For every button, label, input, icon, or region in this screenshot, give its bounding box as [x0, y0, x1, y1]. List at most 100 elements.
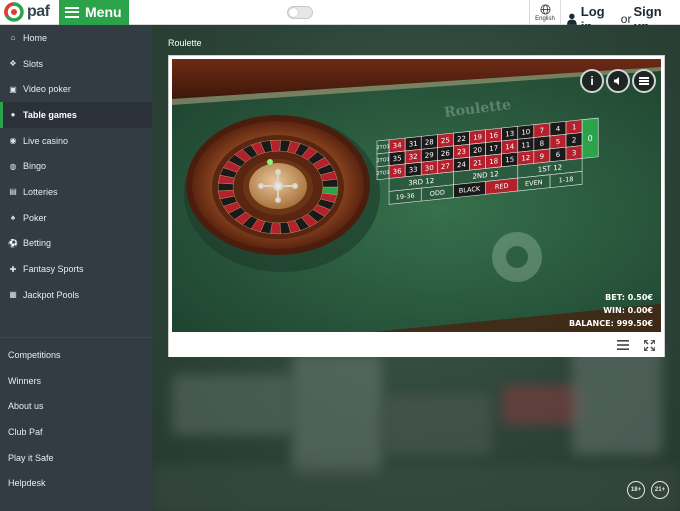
- wheel-pocket: [270, 139, 281, 152]
- age-18-icon[interactable]: 18+: [627, 481, 645, 499]
- sidebar-link-winners[interactable]: Winners: [0, 368, 152, 394]
- number-cell-label: 21: [473, 158, 482, 168]
- number-cell-label: 7: [540, 126, 544, 135]
- sidebar-secondary-nav: Competitions Winners About us Club Paf Play …: [0, 337, 152, 497]
- sidebar-link-label: Helpdesk: [8, 478, 46, 489]
- paf-logo-icon: [4, 2, 24, 22]
- sidebar-item-live-casino[interactable]: ◉ Live casino: [0, 128, 152, 154]
- sidebar-link-club-paf[interactable]: Club Paf: [0, 419, 152, 445]
- hamburger-icon: [65, 6, 79, 18]
- bet-display: BET: 0.50€: [605, 293, 653, 302]
- game-frame: 2TO1 34 31 28 25 22 19 16 13 10 7 4 1 2TO1 35 32 29 26 23 2…: [168, 55, 665, 357]
- number-cell-label: 5: [556, 137, 560, 146]
- sidebar-item-label: Live casino: [23, 135, 69, 146]
- sidebar-item-fantasy-sports[interactable]: ✚ Fantasy Sports: [0, 256, 152, 282]
- number-cell-label: 9: [540, 151, 544, 160]
- list-button[interactable]: [616, 338, 630, 352]
- sound-button[interactable]: [606, 69, 630, 93]
- number-cell-label: 33: [409, 165, 418, 175]
- number-cell-label: 14: [505, 142, 514, 152]
- number-cell-label: 36: [393, 166, 402, 176]
- sidebar-item-home[interactable]: ⌂ Home: [0, 25, 152, 51]
- outside-bet-label: 1-18: [559, 175, 574, 184]
- sidebar-item-label: Fantasy Sports: [23, 264, 84, 275]
- lotteries-icon: ▤: [9, 187, 17, 197]
- sidebar-item-label: Home: [23, 32, 48, 43]
- theme-toggle[interactable]: [287, 6, 313, 19]
- game-menu-button[interactable]: [632, 69, 656, 93]
- number-cell-label: 25: [441, 135, 450, 145]
- number-cell-label: 18: [489, 156, 498, 166]
- paf-watermark: [492, 232, 542, 282]
- number-cell-label: 20: [473, 145, 482, 155]
- fullscreen-button[interactable]: [642, 338, 656, 352]
- sidebar-link-label: Play it Safe: [8, 452, 54, 463]
- sidebar-item-jackpot-pools[interactable]: ▦ Jackpot Pools: [0, 282, 152, 308]
- info-button[interactable]: i: [580, 69, 604, 93]
- sidebar-item-poker[interactable]: ♠ Poker: [0, 205, 152, 231]
- logo-text: paf: [27, 3, 50, 20]
- sidebar-link-label: Club Paf: [8, 426, 43, 437]
- number-cell-label: 6: [556, 150, 561, 159]
- menu-label: Menu: [85, 4, 122, 20]
- number-cell-label: 17: [489, 143, 498, 153]
- wheel-pocket: [218, 182, 234, 192]
- roulette-game[interactable]: 2TO1 34 31 28 25 22 19 16 13 10 7 4 1 2TO1 35 32 29 26 23 2…: [172, 59, 661, 332]
- sidebar-item-betting[interactable]: ⚽ Betting: [0, 231, 152, 257]
- sidebar-item-table-games[interactable]: ● Table games: [0, 102, 152, 128]
- sidebar-link-about-us[interactable]: About us: [0, 393, 152, 419]
- number-cell-label: 24: [457, 160, 466, 170]
- live-casino-icon: ◉: [9, 136, 17, 146]
- zero-cell-label: 0: [588, 134, 593, 143]
- number-cell-label: 34: [393, 140, 402, 150]
- menu-icon: [639, 77, 649, 85]
- sidebar-link-label: Competitions: [8, 349, 61, 360]
- sidebar-item-label: Bingo: [23, 161, 47, 172]
- age-21-label: 21+: [654, 487, 666, 493]
- betting-icon: ⚽: [8, 238, 18, 248]
- number-cell-label: 19: [473, 132, 482, 142]
- sidebar-link-label: Winners: [8, 375, 42, 386]
- outside-bet-label: ODD: [430, 188, 445, 198]
- top-bar: paf Menu English Log in or Sign up: [0, 0, 680, 34]
- number-cell-label: 12: [521, 153, 530, 163]
- sound-icon: [614, 77, 619, 85]
- sidebar-link-helpdesk[interactable]: Helpdesk: [0, 470, 152, 496]
- sidebar-item-label: Slots: [23, 58, 44, 69]
- fullscreen-icon: [643, 339, 655, 351]
- sidebar-item-bingo[interactable]: ◍ Bingo: [0, 153, 152, 179]
- sidebar-item-label: Poker: [23, 212, 47, 223]
- sidebar-link-competitions[interactable]: Competitions: [0, 342, 152, 368]
- home-icon: ⌂: [10, 33, 16, 43]
- sidebar-item-label: Jackpot Pools: [23, 289, 80, 300]
- sidebar-item-lotteries[interactable]: ▤ Lotteries: [0, 179, 152, 205]
- sidebar-link-play-it-safe[interactable]: Play it Safe: [0, 445, 152, 471]
- number-cell-label: 22: [457, 134, 466, 144]
- globe-icon: [540, 4, 550, 14]
- number-cell-label: 30: [425, 163, 434, 173]
- age-21-icon[interactable]: 21+: [651, 481, 669, 499]
- number-cell-label: 26: [441, 148, 450, 158]
- game-footer: [169, 333, 664, 357]
- stats-panel: BET: 0.50€ WIN: 0.00€ BALANCE: 999.50€: [569, 291, 653, 330]
- sidebar-item-slots[interactable]: ❖ Slots: [0, 51, 152, 77]
- number-cell-label: 23: [457, 147, 466, 157]
- number-cell-label: 35: [393, 153, 402, 163]
- number-cell-label: 16: [489, 130, 498, 140]
- number-cell-label: 3: [572, 148, 576, 157]
- win-display: WIN: 0.00€: [603, 306, 653, 315]
- number-cell-label: 27: [441, 161, 450, 171]
- sidebar-item-label: Table games: [23, 109, 77, 120]
- fantasy-sports-icon: ✚: [9, 264, 17, 274]
- language-label: English: [535, 15, 555, 22]
- menu-button[interactable]: Menu: [59, 0, 129, 25]
- number-cell-label: 4: [556, 124, 561, 133]
- jackpot-pools-icon: ▦: [9, 290, 17, 300]
- language-selector[interactable]: English: [529, 0, 561, 25]
- sidebar: ⌂ Home ❖ Slots ▣ Video poker ● Table games ◉ Live…: [0, 25, 152, 511]
- paf-logo[interactable]: paf: [4, 0, 56, 25]
- slots-icon: ❖: [9, 59, 17, 69]
- number-cell-label: 32: [409, 152, 418, 162]
- sidebar-item-video-poker[interactable]: ▣ Video poker: [0, 76, 152, 102]
- number-cell-label: 28: [425, 137, 434, 147]
